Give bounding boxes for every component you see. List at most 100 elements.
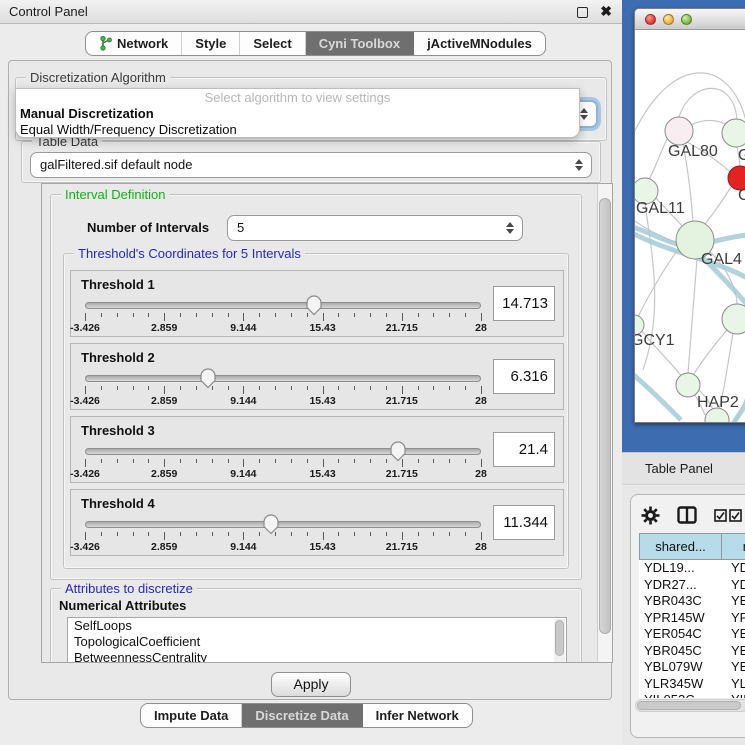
attribute-item[interactable]: BetweennessCentrality [68,650,566,663]
table-horizontal-scrollbar[interactable] [635,699,745,712]
table-row[interactable]: YDR27...YDR2 [639,577,745,594]
threshold-slider[interactable]: -3.4262.8599.14415.4321.71528 [85,297,481,335]
dropdown-option-equal-width[interactable]: Equal Width/Frequency Discretization [16,122,579,138]
tab-cyni-toolbox[interactable]: Cyni Toolbox [306,32,414,55]
settings-vertical-scrollbar[interactable] [597,184,612,662]
interval-definition-title: Interval Definition [61,187,169,202]
zoom-traffic-light-icon[interactable] [681,14,692,25]
cell-name: YDL1 [721,560,745,577]
threshold-slider[interactable]: -3.4262.8599.14415.4321.71528 [85,516,481,554]
threshold-row-3: Threshold 3-3.4262.8599.14415.4321.71528… [70,416,564,483]
table-hscrollbar-thumb[interactable] [637,701,741,710]
cell-shared-name: YPR145W [639,610,721,627]
slider-track[interactable] [85,302,481,309]
slider-tick-labels: -3.4262.8599.14415.4321.71528 [85,468,481,480]
tick-label: 15.43 [309,322,335,334]
tick-label: 2.859 [151,322,177,334]
tick-label: 21.715 [386,395,418,407]
attributes-group: Attributes to discretize Numerical Attri… [50,588,582,663]
column-header-shared-name[interactable]: shared... [639,533,721,560]
float-window-icon[interactable] [577,7,588,18]
attributes-scrollbar-thumb[interactable] [555,620,564,656]
numerical-attributes-list[interactable]: SelfLoopsTopologicalCoefficientBetweenne… [67,617,567,663]
network-icon [99,36,112,51]
network-node[interactable] [722,119,745,147]
discretization-algorithm-group-title: Discretization Algorithm [26,70,170,85]
table-rows: YDL19...YDL1YDR27...YDR2YBR043CYBR0YPR14… [639,560,745,698]
network-graph-canvas[interactable]: GAL80GACGAL11GAL4HGCY1HAP2 [635,30,745,423]
network-node-label: GAL11 [636,200,685,217]
slider-track[interactable] [85,521,481,528]
tick-label: -3.426 [70,395,100,407]
slider-tick-labels: -3.4262.8599.14415.4321.71528 [85,395,481,407]
network-view-window[interactable]: GAL80GACGAL11GAL4HGCY1HAP2 [634,8,745,423]
column-header-name[interactable]: na [721,533,745,560]
tick-label: 28 [475,541,487,553]
table-row[interactable]: YBR045CYBR0 [639,643,745,660]
table-data-group: Table Data galFiltered.sif default node [21,141,601,183]
threshold-label: Threshold 4 [81,496,155,511]
slider-track[interactable] [85,375,481,382]
tab-discretize-data[interactable]: Discretize Data [242,704,362,727]
table-row[interactable]: YIL052CYIL0 [639,692,745,698]
close-icon[interactable]: ✖ [600,3,612,20]
tab-select[interactable]: Select [240,32,305,55]
tick-label: 21.715 [386,468,418,480]
dropdown-option-manual-discretization[interactable]: Manual Discretization [16,106,579,122]
tab-network[interactable]: Network [86,32,182,55]
attribute-item[interactable]: TopologicalCoefficient [68,634,566,650]
interval-definition-group: Interval Definition Number of Intervals … [50,194,582,580]
algorithm-dropdown-popup: Select algorithm to view settings Manual… [15,88,580,138]
threshold-row-1: Threshold 1-3.4262.8599.14415.4321.71528… [70,270,564,337]
tick-label: 2.859 [151,468,177,480]
tab-infer-network[interactable]: Infer Network [363,704,472,727]
tab-impute-data[interactable]: Impute Data [141,704,242,727]
threshold-value-field[interactable]: 14.713 [493,286,555,321]
threshold-value-field[interactable]: 21.4 [493,432,555,467]
number-of-intervals-combobox[interactable]: 5 [227,215,523,241]
attributes-scrollbar[interactable] [554,619,565,663]
table-toolbar [641,503,745,527]
threshold-coordinates-title: Threshold's Coordinates for 5 Intervals [74,246,305,261]
network-node-label: HAP2 [697,394,739,411]
table-data-combobox[interactable]: galFiltered.sif default node [30,152,592,178]
cell-shared-name: YLR345W [639,676,721,693]
close-traffic-light-icon[interactable] [645,14,656,25]
tab-label: Impute Data [154,708,228,723]
slider-track[interactable] [85,448,481,455]
table-row[interactable]: YER054CYER0 [639,626,745,643]
split-columns-icon[interactable] [677,506,697,524]
tab-label: Cyni Toolbox [319,36,400,51]
cell-shared-name: YBR045C [639,643,721,660]
table-header-row: shared... na [639,533,745,560]
attribute-item[interactable]: SelfLoops [68,618,566,634]
settings-scrollbar-thumb[interactable] [599,198,611,634]
table-row[interactable]: YBR043CYBR0 [639,593,745,610]
table-row[interactable]: YPR145WYPR1 [639,610,745,627]
panel-title: Control Panel [9,4,88,19]
table-row[interactable]: YBL079WYBL0 [639,659,745,676]
gear-icon[interactable] [641,506,660,525]
table-panel-body: shared... na YDL19...YDL1YDR27...YDR2YBR… [630,494,745,738]
network-node[interactable] [722,304,745,334]
threshold-slider[interactable]: -3.4262.8599.14415.4321.71528 [85,370,481,408]
threshold-value-field[interactable]: 6.316 [493,359,555,394]
network-node[interactable] [665,117,693,145]
network-node-label: GA [738,147,745,164]
table-row[interactable]: YLR345WYLR3 [639,676,745,693]
apply-button[interactable]: Apply [271,672,351,697]
threshold-value-field[interactable]: 11.344 [493,505,555,540]
minimize-traffic-light-icon[interactable] [663,14,674,25]
slider-ticks [85,532,481,540]
select-columns-icons[interactable] [714,509,742,522]
checkbox-icon [714,509,727,522]
attributes-group-title: Attributes to discretize [61,581,197,596]
table-row[interactable]: YDL19...YDL1 [639,560,745,577]
tab-label: Style [195,36,226,51]
network-node-label: GAL80 [668,143,718,160]
threshold-label: Threshold 2 [81,350,155,365]
table-panel-titlebar: Table Panel [622,452,745,485]
tab-style[interactable]: Style [182,32,240,55]
tab-jactivemnodules[interactable]: jActiveMNodules [414,32,545,55]
threshold-slider[interactable]: -3.4262.8599.14415.4321.71528 [85,443,481,481]
